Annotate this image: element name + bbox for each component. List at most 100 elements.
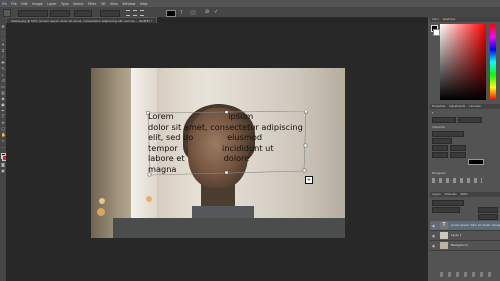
screen-mode-icon[interactable]: ▣ [1, 169, 5, 173]
text-line: labore et dolore [148, 153, 250, 163]
magic-wand-tool-icon[interactable]: ✦ [1, 43, 5, 47]
tab-paths[interactable]: Paths [459, 192, 470, 197]
history-brush-tool-icon[interactable]: ↺ [1, 79, 5, 83]
align-right-icon[interactable] [140, 10, 144, 16]
transform-h-field[interactable] [458, 117, 482, 123]
font-family-field[interactable] [432, 131, 464, 137]
text-line: magna [148, 163, 177, 174]
commit-icon[interactable]: ✓ [214, 9, 220, 15]
text-line: tempor incididunt ut [148, 142, 274, 153]
more-tools-icon[interactable]: … [1, 145, 5, 149]
tab-channels[interactable]: Channels [443, 192, 459, 197]
hand-tool-icon[interactable]: ✋ [1, 133, 6, 137]
menu-view[interactable]: View [108, 2, 120, 6]
character-panel-icon[interactable] [190, 9, 196, 15]
menu-help[interactable]: Help [138, 2, 150, 6]
gradient-tool-icon[interactable]: ▥ [1, 91, 5, 95]
tab-properties[interactable]: Properties [430, 104, 447, 109]
text-line: Lorem ipsum [148, 111, 254, 121]
visibility-eye-icon[interactable]: ◉ [432, 244, 436, 248]
transform-w-field[interactable] [432, 117, 456, 123]
blur-tool-icon[interactable]: ◆ [1, 97, 5, 101]
bokeh-light [146, 196, 152, 202]
properties-panel-tabs: Properties Adjustments Libraries [430, 104, 500, 109]
crop-tool-icon[interactable]: ⌗ [1, 49, 5, 53]
path-selection-tool-icon[interactable]: ➤ [1, 121, 5, 125]
brush-tool-icon[interactable]: ✎ [1, 67, 5, 71]
kerning-field[interactable] [432, 152, 448, 158]
pen-tool-icon[interactable]: ✒ [1, 109, 5, 113]
warp-text-icon[interactable]: T [180, 10, 186, 15]
menu-select[interactable]: Select [71, 2, 86, 6]
menu-edit[interactable]: Edit [19, 2, 30, 6]
opacity-field[interactable] [478, 207, 498, 213]
text-layer-thumbnail-icon: T [440, 222, 448, 229]
marquee-tool-icon[interactable]: ⬚ [1, 31, 5, 35]
visibility-eye-icon[interactable]: ◉ [432, 224, 436, 228]
menu-window[interactable]: Window [120, 2, 138, 6]
menu-type[interactable]: Type [59, 2, 71, 6]
rectangle-tool-icon[interactable]: ▢ [1, 127, 5, 131]
quick-mask-icon[interactable]: ◙ [1, 163, 5, 167]
background-swatch[interactable] [433, 29, 440, 36]
layer-row-layer1[interactable]: ◉ Layer 1 [430, 231, 500, 241]
dodge-tool-icon[interactable]: ● [1, 103, 5, 107]
lasso-tool-icon[interactable]: ◌ [1, 37, 5, 41]
menu-layer[interactable]: Layer [45, 2, 59, 6]
layer-name: Layer 1 [451, 233, 462, 237]
hue-slider[interactable] [490, 24, 496, 100]
eraser-tool-icon[interactable]: ▭ [1, 85, 5, 89]
type-layer-icon: T [432, 111, 434, 115]
layer-thumbnail [440, 232, 448, 239]
text-line: dolor sit amet, consectetur adipiscing [148, 121, 303, 132]
menu-filter[interactable]: Filter [86, 2, 99, 6]
eyedropper-tool-icon[interactable]: ⁄ [1, 55, 5, 59]
align-center-icon[interactable] [133, 10, 137, 16]
healing-tool-icon[interactable]: ✚ [1, 61, 5, 65]
tab-color[interactable]: Color [430, 17, 441, 22]
tool-preset-icon[interactable] [3, 9, 11, 17]
font-family-select[interactable] [18, 9, 48, 17]
visibility-eye-icon[interactable]: ◉ [432, 234, 436, 238]
tab-swatches[interactable]: Swatches [441, 17, 457, 22]
paragraph-align-buttons[interactable] [432, 178, 482, 183]
layer-filter-field[interactable] [432, 200, 464, 206]
layer-name: Lorem ipsum dolor sit amet, consectetur … [451, 223, 500, 227]
layer-name: Background [451, 243, 468, 247]
cancel-icon[interactable]: ⊘ [205, 9, 211, 15]
color-field[interactable] [440, 24, 486, 100]
menu-image[interactable]: Image [30, 2, 45, 6]
font-style-select[interactable] [50, 9, 70, 17]
menu-3d[interactable]: 3D [98, 2, 107, 6]
tab-adjustments[interactable]: Adjustments [447, 104, 467, 109]
zoom-tool-icon[interactable]: ⌕ [1, 139, 5, 143]
fill-field[interactable] [478, 214, 498, 220]
bokeh-light [99, 198, 105, 204]
layers-footer-buttons[interactable] [440, 272, 495, 277]
layer-row-background[interactable]: ◉ Background [430, 241, 500, 251]
layers-panel-tabs: Layers Channels Paths [430, 192, 500, 197]
tab-libraries[interactable]: Libraries [467, 104, 482, 109]
character-section-label: Character [432, 125, 446, 129]
move-tool-icon[interactable]: ✥ [1, 25, 5, 29]
tracking-field[interactable] [450, 152, 466, 158]
align-left-icon[interactable] [126, 10, 130, 16]
font-size-field[interactable] [432, 145, 448, 151]
antialias-select[interactable] [100, 9, 120, 17]
tab-layers[interactable]: Layers [430, 192, 443, 197]
text-color-swatch[interactable] [166, 9, 176, 17]
menu-file[interactable]: File [9, 2, 19, 6]
leading-field[interactable] [450, 145, 466, 151]
paragraph-section-label: Paragraph [432, 171, 446, 175]
text-layer-content[interactable]: Lorem ipsum dolor sit amet, consectetur … [148, 111, 308, 174]
color-panel-tabs: Color Swatches [430, 17, 500, 22]
type-tool-icon[interactable]: T [1, 115, 5, 119]
layer-row-text[interactable]: ◉ T Lorem ipsum dolor sit amet, consecte… [430, 221, 500, 231]
add-anchor-icon[interactable]: + [305, 176, 313, 184]
blend-mode-select[interactable] [432, 207, 460, 213]
text-line: elit, sed do eiusmod [148, 132, 263, 142]
character-color-swatch[interactable] [468, 159, 484, 165]
font-size-select[interactable] [74, 9, 92, 17]
stamp-tool-icon[interactable]: ⊥ [1, 73, 5, 77]
font-style-field[interactable] [432, 138, 452, 144]
